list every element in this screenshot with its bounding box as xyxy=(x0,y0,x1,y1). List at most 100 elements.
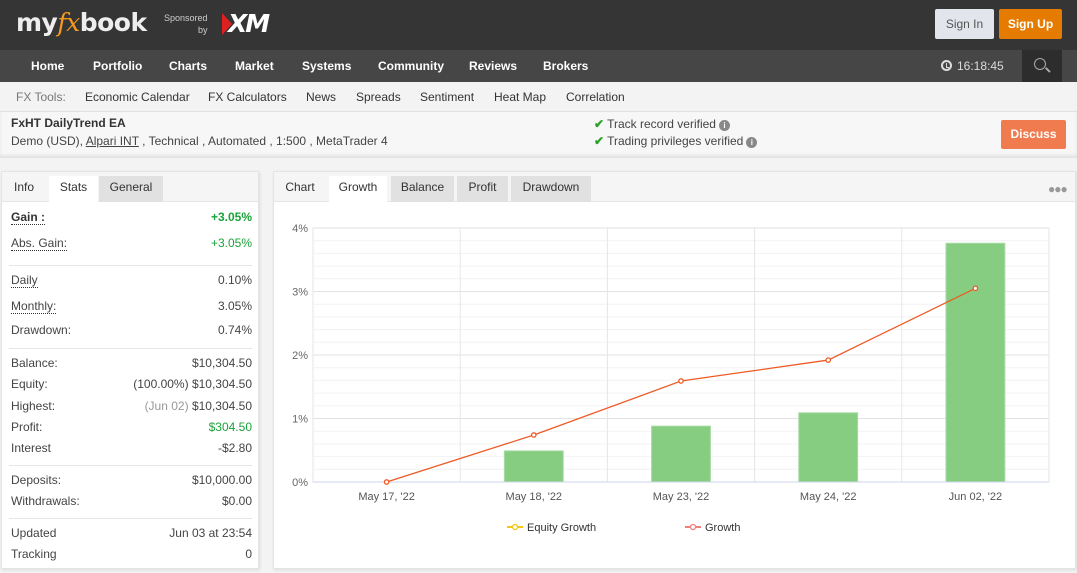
equity-percent: (100.00%) xyxy=(133,377,189,391)
stat-value: -$2.80 xyxy=(217,441,252,455)
broker-link[interactable]: Alpari INT xyxy=(86,134,139,148)
server-clock: 16:18:45 xyxy=(941,50,1004,82)
nav-community[interactable]: Community xyxy=(378,50,444,82)
stat-value: +3.05% xyxy=(210,236,252,250)
tool-heat-map[interactable]: Heat Map xyxy=(494,82,546,112)
nav-home[interactable]: Home xyxy=(31,50,64,82)
nav-systems[interactable]: Systems xyxy=(302,50,351,82)
tool-economic-calendar[interactable]: Economic Calendar xyxy=(85,82,190,112)
by-text: by xyxy=(198,25,208,35)
stat-value: $0.00 xyxy=(221,494,252,508)
stat-label[interactable]: Abs. Gain: xyxy=(11,236,68,251)
sign-up-button[interactable]: Sign Up xyxy=(999,9,1062,39)
stat-label: Deposits: xyxy=(11,473,62,487)
nav-market[interactable]: Market xyxy=(235,50,274,82)
stat-value: Jun 03 at 23:54 xyxy=(169,526,252,540)
stat-value: (Jun 02) $10,304.50 xyxy=(145,399,252,413)
tab-profit[interactable]: Profit xyxy=(457,176,508,202)
stat-value: 0 xyxy=(245,547,252,561)
tool-spreads[interactable]: Spreads xyxy=(356,82,401,112)
stat-label: Profit: xyxy=(11,420,43,434)
stats-tabs: Info Stats General xyxy=(2,172,258,202)
tab-general[interactable]: General xyxy=(99,176,163,202)
sign-in-button[interactable]: Sign In xyxy=(935,9,994,39)
system-name: FxHT DailyTrend EA xyxy=(11,116,126,130)
verified-text: Trading privileges verified xyxy=(607,134,744,148)
x-tick-label: May 18, '22 xyxy=(506,491,563,503)
y-tick-label: 3% xyxy=(292,287,308,299)
nav-portfolio[interactable]: Portfolio xyxy=(93,50,142,82)
legend-equity-growth-label: Equity Growth xyxy=(527,522,596,534)
equity-amount: $10,304.50 xyxy=(191,377,252,391)
chart-panel: Chart Growth Balance Profit Drawdown ●●●… xyxy=(273,171,1076,569)
more-icon[interactable]: ●●● xyxy=(1048,182,1068,196)
stat-label: Equity: xyxy=(11,377,48,391)
search-icon-handle xyxy=(1045,67,1051,73)
stat-value: 0.74% xyxy=(217,323,252,337)
sponsored-text: Sponsored xyxy=(164,13,208,23)
discuss-button[interactable]: Discuss xyxy=(1001,120,1066,149)
stat-label[interactable]: Monthly: xyxy=(11,299,57,314)
divider xyxy=(9,518,252,519)
xm-brand-text: XM xyxy=(228,9,270,38)
bar-3 xyxy=(798,412,859,483)
divider xyxy=(9,465,252,466)
nav-reviews[interactable]: Reviews xyxy=(469,50,517,82)
tool-sentiment[interactable]: Sentiment xyxy=(420,82,474,112)
nav-charts[interactable]: Charts xyxy=(169,50,207,82)
x-tick-label: May 17, '22 xyxy=(358,491,415,503)
myfxbook-logo[interactable]: myfxbook xyxy=(16,8,147,37)
x-tick-label: Jun 02, '22 xyxy=(949,491,1002,503)
stat-value: 0.10% xyxy=(217,273,252,287)
stat-label[interactable]: Gain : xyxy=(11,210,46,225)
tab-drawdown[interactable]: Drawdown xyxy=(511,176,591,202)
system-description: Demo (USD), Alpari INT , Technical , Aut… xyxy=(11,134,388,148)
y-tick-label: 1% xyxy=(292,414,308,426)
tab-info[interactable]: Info xyxy=(2,176,46,202)
stat-value: +3.05% xyxy=(210,210,252,224)
fx-tools-bar: FX Tools: Economic Calendar FX Calculato… xyxy=(0,82,1077,112)
growth-point-1 xyxy=(530,432,537,438)
account-type: Demo (USD), xyxy=(11,134,86,148)
x-tick-label: May 24, '22 xyxy=(800,491,857,503)
stat-value: 3.05% xyxy=(217,299,252,313)
verified-text: Track record verified xyxy=(607,117,716,131)
clock-time: 16:18:45 xyxy=(957,59,1004,73)
bar-4 xyxy=(945,242,1006,483)
logo-part-fx: fx xyxy=(57,8,80,37)
tab-balance[interactable]: Balance xyxy=(391,176,454,202)
info-icon[interactable]: i xyxy=(718,120,730,131)
highest-date: (Jun 02) xyxy=(144,399,189,413)
xm-logo[interactable]: XM xyxy=(222,9,270,38)
tool-news[interactable]: News xyxy=(306,82,336,112)
stat-label: Tracking xyxy=(11,547,57,561)
growth-point-4 xyxy=(972,285,979,292)
growth-chart: 0% 1% 2% 3% 4% May 17, '22 May 18, '22 May 23, … xyxy=(292,223,1050,534)
bar-2 xyxy=(651,425,711,483)
stat-label: Updated xyxy=(11,526,57,540)
stat-label: Balance: xyxy=(11,356,58,370)
info-icon[interactable]: i xyxy=(746,137,758,148)
tool-fx-calculators[interactable]: FX Calculators xyxy=(208,82,287,112)
tab-chart[interactable]: Chart xyxy=(274,176,326,202)
check-icon: ✔ xyxy=(594,117,605,131)
chart-tabs: Chart Growth Balance Profit Drawdown ●●● xyxy=(274,172,1075,202)
fx-tools-label: FX Tools: xyxy=(16,90,66,104)
divider xyxy=(9,265,252,266)
trading-privileges-verified: ✔ Trading privileges verified i xyxy=(594,134,758,148)
y-tick-label: 4% xyxy=(292,223,308,235)
growth-point-3 xyxy=(825,357,832,363)
search-button[interactable] xyxy=(1022,50,1062,82)
stat-value: (100.00%) $10,304.50 xyxy=(133,377,252,391)
logo-part-book: book xyxy=(79,8,147,37)
tool-correlation[interactable]: Correlation xyxy=(566,82,625,112)
stat-label[interactable]: Daily xyxy=(11,273,38,288)
growth-point-2 xyxy=(678,378,684,384)
sponsored-by-label: Sponsored by xyxy=(164,12,208,36)
system-info-bar: FxHT DailyTrend EA Demo (USD), Alpari IN… xyxy=(0,112,1077,158)
nav-brokers[interactable]: Brokers xyxy=(543,50,588,82)
stat-value: $10,304.50 xyxy=(191,356,252,370)
y-tick-label: 0% xyxy=(292,477,308,489)
tab-growth[interactable]: Growth xyxy=(329,176,387,202)
tab-stats[interactable]: Stats xyxy=(49,176,98,202)
